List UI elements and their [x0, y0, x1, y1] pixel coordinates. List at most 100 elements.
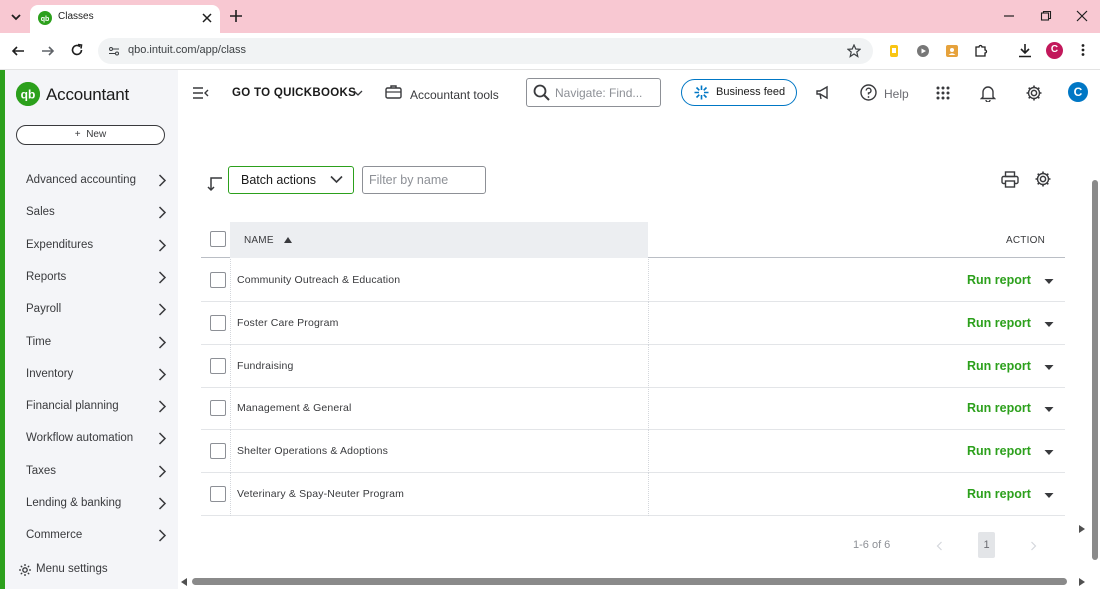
return-arrow-icon[interactable] [206, 176, 223, 192]
sidebar-item-financial-planning[interactable]: Financial planning [5, 392, 178, 422]
top-header: GO TO QUICKBOOKS Accountant tools Naviga… [178, 70, 1100, 118]
browser-menu-kebab-icon[interactable] [1077, 43, 1089, 57]
page-number-current[interactable]: 1 [978, 532, 995, 558]
window-close-icon[interactable] [1076, 10, 1088, 22]
sidebar-item-inventory[interactable]: Inventory [5, 360, 178, 390]
forward-arrow-icon[interactable] [41, 44, 55, 58]
sidebar-item-payroll[interactable]: Payroll [5, 295, 178, 325]
back-arrow-icon[interactable] [11, 44, 25, 58]
extension-play-icon[interactable] [916, 44, 930, 58]
next-page-chevron-icon[interactable] [1030, 541, 1037, 551]
row-checkbox[interactable] [210, 272, 226, 288]
chevron-down-icon [353, 89, 363, 97]
business-feed-label: Business feed [716, 86, 786, 98]
row-actions-dropdown-icon[interactable] [1044, 492, 1054, 499]
sidebar-item-label: Sales [26, 206, 55, 219]
tab-close-icon[interactable] [201, 12, 213, 24]
new-button-label: New [86, 129, 107, 140]
collapse-menu-icon[interactable] [192, 86, 209, 100]
run-report-link[interactable]: Run report [967, 359, 1031, 373]
site-info-icon[interactable] [108, 45, 120, 57]
batch-actions-button[interactable]: Batch actions [228, 166, 354, 194]
new-button[interactable]: + New [16, 125, 165, 145]
run-report-link[interactable]: Run report [967, 444, 1031, 458]
class-name[interactable]: Foster Care Program [237, 317, 338, 329]
row-checkbox[interactable] [210, 314, 226, 331]
extension-yellow-icon[interactable] [888, 44, 900, 58]
prev-page-chevron-icon[interactable] [936, 541, 943, 551]
select-all-checkbox[interactable] [210, 231, 226, 247]
row-actions-dropdown-icon[interactable] [1044, 449, 1054, 456]
sidebar-item-label: Taxes [26, 464, 57, 477]
scroll-left-arrow-icon[interactable] [180, 577, 188, 587]
name-column-label: NAME [244, 235, 274, 246]
column-divider [230, 430, 231, 474]
announcements-megaphone-icon[interactable] [815, 85, 831, 101]
row-actions-dropdown-icon[interactable] [1044, 278, 1054, 285]
vertical-scrollbar[interactable] [1090, 180, 1100, 560]
class-name[interactable]: Fundraising [237, 360, 294, 372]
sidebar-item-taxes[interactable]: Taxes [5, 457, 178, 487]
business-feed-button[interactable]: Business feed [681, 79, 797, 106]
horizontal-scrollbar[interactable] [192, 578, 1067, 586]
filter-by-name-input[interactable] [362, 166, 486, 194]
column-divider [230, 301, 231, 345]
run-report-link[interactable]: Run report [967, 316, 1031, 330]
name-column-header[interactable]: NAME [244, 222, 648, 258]
tab-search-chevron-icon[interactable] [8, 9, 24, 25]
scroll-right-arrow-icon[interactable] [1078, 524, 1086, 534]
sidebar-item-sales[interactable]: Sales [5, 198, 178, 228]
bookmark-star-icon[interactable] [847, 44, 861, 58]
sidebar-item-workflow-automation[interactable]: Workflow automation [5, 424, 178, 454]
run-report-link[interactable]: Run report [967, 487, 1031, 501]
address-bar[interactable]: qbo.intuit.com/app/class [98, 38, 873, 64]
reload-icon[interactable] [70, 43, 84, 57]
row-checkbox[interactable] [210, 400, 226, 417]
window-minimize-icon[interactable] [1003, 10, 1015, 22]
run-report-link[interactable]: Run report [967, 401, 1031, 415]
table-row: Management & General Run report [201, 387, 1065, 431]
quickbooks-logo-icon: qb [16, 82, 40, 106]
notifications-bell-icon[interactable] [980, 84, 996, 102]
print-icon[interactable] [1001, 171, 1019, 188]
navigate-search-input[interactable]: Navigate: Find... [526, 78, 661, 107]
class-name[interactable]: Veterinary & Spay-Neuter Program [237, 488, 404, 500]
table-row: Fundraising Run report [201, 344, 1065, 388]
downloads-icon[interactable] [1018, 43, 1032, 58]
row-checkbox[interactable] [210, 443, 226, 460]
table-settings-gear-icon[interactable] [1034, 170, 1052, 188]
extension-contact-icon[interactable] [945, 44, 959, 58]
run-report-link[interactable]: Run report [967, 273, 1031, 287]
column-divider [648, 430, 649, 474]
class-name[interactable]: Shelter Operations & Adoptions [237, 445, 388, 457]
new-tab-plus-icon[interactable] [229, 9, 243, 23]
extensions-puzzle-icon[interactable] [974, 43, 989, 58]
sidebar-item-time[interactable]: Time [5, 328, 178, 358]
sidebar-item-expenditures[interactable]: Expenditures [5, 231, 178, 261]
user-avatar[interactable]: C [1068, 82, 1088, 102]
row-actions-dropdown-icon[interactable] [1044, 364, 1054, 371]
row-actions-dropdown-icon[interactable] [1044, 406, 1054, 413]
profile-avatar[interactable]: C [1046, 42, 1063, 59]
scroll-down-right-arrow-icon[interactable] [1078, 577, 1086, 587]
row-actions-dropdown-icon[interactable] [1044, 321, 1054, 328]
chevron-right-icon [158, 497, 167, 510]
sidebar-item-lending-banking[interactable]: Lending & banking [5, 489, 178, 519]
sidebar: qb Accountant + New Advanced accounting S… [5, 70, 178, 589]
sidebar-item-advanced-accounting[interactable]: Advanced accounting [5, 166, 178, 196]
column-divider [648, 473, 649, 516]
apps-grid-icon[interactable] [936, 86, 950, 100]
settings-gear-icon[interactable] [1025, 84, 1043, 102]
window-restore-icon[interactable] [1040, 10, 1052, 22]
pagination-range: 1-6 of 6 [853, 539, 891, 551]
sidebar-item-reports[interactable]: Reports [5, 263, 178, 293]
sidebar-item-label: Commerce [26, 529, 83, 542]
row-checkbox[interactable] [210, 486, 226, 502]
browser-tab-classes[interactable]: qb Classes [30, 5, 220, 33]
sidebar-item-commerce[interactable]: Commerce [5, 521, 178, 551]
row-checkbox[interactable] [210, 357, 226, 374]
class-name[interactable]: Management & General [237, 402, 351, 414]
chevron-right-icon [158, 174, 167, 187]
class-name[interactable]: Community Outreach & Education [237, 274, 400, 286]
sidebar-item-label: Time [26, 335, 52, 348]
